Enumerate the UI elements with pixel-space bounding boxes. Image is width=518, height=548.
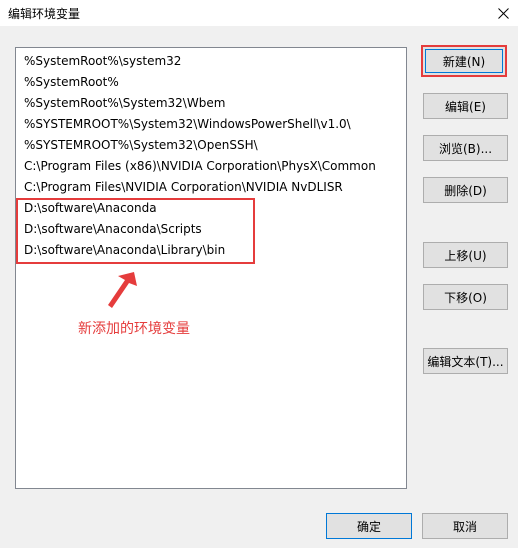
cancel-button[interactable]: 取消	[422, 513, 508, 539]
list-item[interactable]: %SystemRoot%	[16, 72, 406, 93]
close-button[interactable]	[488, 0, 518, 26]
list-item[interactable]: C:\Program Files (x86)\NVIDIA Corporatio…	[16, 156, 406, 177]
move-up-button[interactable]: 上移(U)	[423, 242, 508, 268]
list-item[interactable]: C:\Program Files\NVIDIA Corporation\NVID…	[16, 177, 406, 198]
browse-button[interactable]: 浏览(B)...	[423, 135, 508, 161]
annotation-label: 新添加的环境变量	[78, 321, 190, 337]
list-item[interactable]: %SYSTEMROOT%\System32\OpenSSH\	[16, 135, 406, 156]
window-title: 编辑环境变量	[8, 7, 81, 21]
edit-text-button[interactable]: 编辑文本(T)...	[423, 348, 508, 374]
edit-button[interactable]: 编辑(E)	[423, 93, 508, 119]
path-list[interactable]: %SystemRoot%\system32 %SystemRoot% %Syst…	[15, 47, 407, 489]
list-item[interactable]: D:\software\Anaconda\Scripts	[16, 219, 406, 240]
title-bar: 编辑环境变量	[0, 0, 518, 26]
close-icon	[497, 7, 509, 19]
new-button[interactable]: 新建(N)	[421, 45, 507, 77]
list-item[interactable]: %SystemRoot%\System32\Wbem	[16, 93, 406, 114]
list-item[interactable]: D:\software\Anaconda	[16, 198, 406, 219]
list-item[interactable]: %SystemRoot%\system32	[16, 51, 406, 72]
list-item[interactable]: D:\software\Anaconda\Library\bin	[16, 240, 406, 261]
move-down-button[interactable]: 下移(O)	[423, 284, 508, 310]
list-item[interactable]: %SYSTEMROOT%\System32\WindowsPowerShell\…	[16, 114, 406, 135]
ok-button[interactable]: 确定	[326, 513, 412, 539]
annotation-arrow-icon	[108, 272, 137, 308]
delete-button[interactable]: 删除(D)	[423, 177, 508, 203]
new-button-label: 新建(N)	[425, 49, 503, 73]
